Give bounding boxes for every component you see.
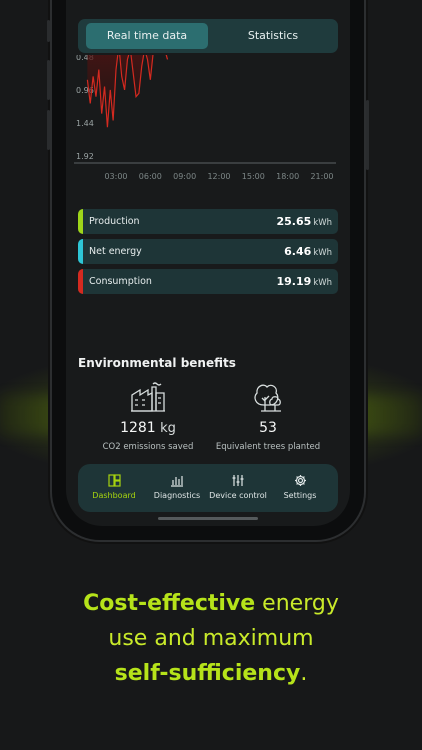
phone-volume-up-button	[47, 60, 50, 100]
trees-value: 53	[259, 420, 277, 436]
diagnostics-icon	[145, 472, 209, 488]
view-tabs: Real time data Statistics	[78, 19, 338, 53]
device-control-icon	[206, 472, 270, 488]
x-tick-label: 15:00	[242, 172, 265, 181]
headline-bold-1: Cost-effective	[83, 591, 256, 616]
x-tick-label: 03:00	[104, 172, 127, 181]
factory-icon	[88, 380, 208, 414]
bottom-navigation: Dashboard Diagnostics Device control Set…	[78, 464, 338, 512]
tree-icon	[208, 380, 328, 414]
metric-color-bar	[78, 239, 83, 264]
metric-unit: kWh	[313, 278, 332, 288]
trees-caption: Equivalent trees planted	[215, 442, 321, 452]
marketing-headline: Cost-effective energy use and maximum se…	[0, 586, 422, 691]
gear-icon	[268, 472, 332, 488]
headline-bold-3: self-sufficiency	[114, 661, 301, 686]
metric-unit: kWh	[313, 218, 332, 228]
phone-volume-down-button	[47, 110, 50, 150]
metric-value: 19.19 kWh	[276, 269, 332, 296]
metric-color-bar	[78, 269, 83, 294]
co2-benefit: 1281 kg CO2 emissions saved	[88, 380, 208, 452]
headline-text-1: energy	[255, 591, 339, 616]
headline-text-2: use and maximum	[108, 626, 314, 651]
metric-unit: kWh	[313, 248, 332, 258]
nav-diagnostics[interactable]: Diagnostics	[145, 472, 209, 500]
tab-statistics[interactable]: Statistics	[212, 23, 334, 49]
metric-production: Production 25.65 kWh	[78, 209, 338, 234]
metric-net-energy: Net energy 6.46 kWh	[78, 239, 338, 264]
dashboard-icon	[82, 472, 146, 488]
co2-value: 1281	[120, 420, 156, 436]
phone-frame: Real time data Statistics 00.480.961.441…	[47, 0, 369, 540]
nav-settings[interactable]: Settings	[268, 472, 332, 500]
metric-value: 25.65 kWh	[276, 209, 332, 236]
metric-number: 6.46	[284, 245, 312, 258]
metric-consumption: Consumption 19.19 kWh	[78, 269, 338, 294]
metric-number: 19.19	[276, 275, 312, 288]
nav-diagnostics-label: Diagnostics	[153, 491, 201, 500]
x-tick-label: 12:00	[207, 172, 230, 181]
metric-color-bar	[78, 209, 83, 234]
headline-text-3: .	[300, 661, 308, 686]
co2-unit: kg	[160, 421, 176, 436]
y-tick-label: 1.92	[76, 152, 94, 161]
energy-chart: 00.480.961.441.9203:0006:0009:0012:0015:…	[74, 55, 336, 181]
nav-dashboard[interactable]: Dashboard	[82, 472, 146, 500]
nav-device-control[interactable]: Device control	[206, 472, 270, 500]
co2-caption: CO2 emissions saved	[102, 442, 194, 452]
nav-device-control-label: Device control	[209, 491, 267, 500]
y-tick-label: 1.44	[76, 119, 94, 128]
environmental-benefits-title: Environmental benefits	[78, 356, 236, 370]
home-indicator	[158, 517, 258, 520]
nav-dashboard-label: Dashboard	[92, 491, 136, 500]
metric-value: 6.46 kWh	[284, 239, 332, 266]
app-screen: Real time data Statistics 00.480.961.441…	[66, 0, 350, 526]
nav-settings-label: Settings	[283, 491, 317, 500]
x-tick-label: 21:00	[310, 172, 333, 181]
trees-benefit: 53 Equivalent trees planted	[208, 380, 328, 452]
x-tick-label: 18:00	[276, 172, 299, 181]
metric-label: Production	[89, 216, 140, 227]
metric-label: Net energy	[89, 246, 142, 257]
metric-number: 25.65	[276, 215, 312, 228]
x-tick-label: 06:00	[139, 172, 162, 181]
x-tick-label: 09:00	[173, 172, 196, 181]
phone-side-button	[47, 20, 50, 42]
metric-label: Consumption	[89, 276, 152, 287]
tab-real-time-data[interactable]: Real time data	[86, 23, 208, 49]
phone-power-button	[366, 100, 369, 170]
